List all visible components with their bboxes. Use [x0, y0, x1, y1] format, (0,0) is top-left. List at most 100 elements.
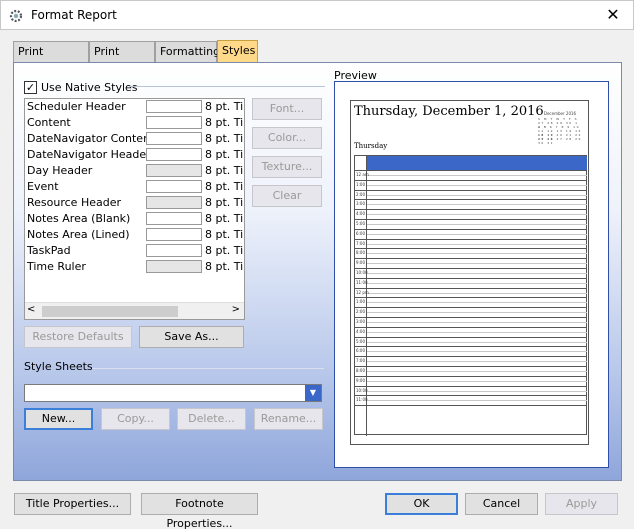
- list-item[interactable]: TaskPad 8 pt. Tim: [25, 243, 244, 259]
- style-font: 8 pt. Tim: [205, 164, 244, 177]
- title-properties-button[interactable]: Title Properties...: [14, 493, 131, 515]
- time-slot-line: [355, 277, 587, 279]
- style-swatch[interactable]: [146, 244, 202, 257]
- scroll-left-icon[interactable]: <: [27, 304, 35, 315]
- time-slot-line: [355, 405, 587, 407]
- list-item[interactable]: Content 8 pt. Tim: [25, 115, 244, 131]
- chevron-down-icon[interactable]: ▼: [305, 385, 321, 401]
- list-item[interactable]: Time Ruler 8 pt. Tim: [25, 259, 244, 275]
- half-hour-line: [367, 223, 587, 225]
- style-swatch[interactable]: [146, 212, 202, 225]
- footnote-properties-button[interactable]: Footnote Properties...: [141, 493, 258, 529]
- style-font: 8 pt. Tim: [205, 260, 244, 273]
- style-swatch[interactable]: [146, 260, 202, 273]
- style-swatch[interactable]: [146, 148, 202, 161]
- time-label: 10:00: [356, 270, 368, 275]
- restore-defaults-button[interactable]: Restore Defaults: [24, 326, 132, 348]
- time-label: 11:00: [356, 279, 368, 285]
- cancel-button[interactable]: Cancel: [465, 493, 538, 515]
- time-slot-line: [355, 307, 587, 309]
- color-button[interactable]: Color...: [252, 127, 322, 149]
- time-label: 5:00: [356, 338, 365, 344]
- half-hour-line: [367, 272, 587, 274]
- scroll-right-icon[interactable]: >: [232, 304, 240, 315]
- half-hour-line: [367, 331, 587, 333]
- style-name: Scheduler Header: [27, 100, 126, 113]
- time-label: 12 am: [356, 172, 369, 177]
- list-item[interactable]: Notes Area (Blank) 8 pt. Tim: [25, 211, 244, 227]
- time-label: 7:00: [356, 240, 365, 246]
- half-hour-line: [367, 253, 587, 255]
- day-grid: 12 am 1:00 2:00 3:00 4:00 5:00 6:00 7:00 8:00 9:0…: [354, 155, 587, 436]
- style-name: Day Header: [27, 164, 93, 177]
- time-slot-line: [355, 366, 587, 367]
- half-hour-line: [367, 321, 587, 323]
- style-swatch[interactable]: [146, 132, 202, 145]
- mini-calendar-month: December 2016: [543, 111, 577, 116]
- half-hour-line: [367, 400, 587, 402]
- time-label: 3:00: [356, 319, 365, 324]
- time-slot-line: [355, 346, 587, 348]
- style-swatch[interactable]: [146, 164, 202, 177]
- new-stylesheet-button[interactable]: New...: [24, 408, 93, 430]
- half-hour-line: [367, 174, 587, 176]
- mini-calendar-row: 25 26 27 28 29 30 31: [538, 137, 582, 145]
- list-item[interactable]: DateNavigator Header 8 pt. Tim: [25, 147, 244, 163]
- delete-stylesheet-button[interactable]: Delete...: [177, 408, 246, 430]
- time-label: 7:00: [356, 358, 365, 364]
- list-item[interactable]: Day Header 8 pt. Tim: [25, 163, 244, 179]
- style-font: 8 pt. Tim: [205, 180, 244, 193]
- style-name: Time Ruler: [27, 260, 86, 273]
- time-label: 3:00: [356, 201, 365, 207]
- time-label: 8:00: [356, 368, 365, 373]
- apply-button[interactable]: Apply: [545, 493, 618, 515]
- half-hour-line: [367, 214, 587, 216]
- scrollbar-thumb[interactable]: [42, 306, 178, 317]
- half-hour-line: [367, 243, 587, 245]
- list-item[interactable]: Scheduler Header 8 pt. Tim: [25, 99, 244, 115]
- font-button[interactable]: Font...: [252, 98, 322, 120]
- use-native-styles-row[interactable]: ✓ Use Native Styles: [24, 79, 138, 95]
- use-native-styles-checkbox[interactable]: ✓: [24, 80, 37, 94]
- half-hour-line: [367, 282, 587, 284]
- style-font: 8 pt. Tim: [205, 228, 244, 241]
- list-item[interactable]: Notes Area (Lined) 8 pt. Tim: [25, 227, 244, 243]
- list-item[interactable]: Resource Header 8 pt. Tim: [25, 195, 244, 211]
- save-as-button[interactable]: Save As...: [139, 326, 244, 348]
- tab-formatting[interactable]: Formatting: [155, 41, 220, 63]
- rename-stylesheet-button[interactable]: Rename...: [254, 408, 323, 430]
- time-slot-line: [355, 219, 587, 220]
- ok-button[interactable]: OK: [385, 493, 458, 515]
- texture-button[interactable]: Texture...: [252, 156, 322, 178]
- style-swatch[interactable]: [146, 100, 202, 113]
- time-label: 1:00: [356, 181, 365, 187]
- tab-print-ranges[interactable]: Print Ranges: [13, 41, 89, 78]
- style-swatch[interactable]: [146, 228, 202, 241]
- preview-page: Thursday, December 1, 2016 Thursday Dece…: [350, 100, 589, 445]
- style-swatch[interactable]: [146, 196, 202, 209]
- style-sheets-dropdown[interactable]: ▼: [24, 384, 322, 402]
- clear-button[interactable]: Clear: [252, 185, 322, 207]
- preview-frame: Thursday, December 1, 2016 Thursday Dece…: [334, 81, 609, 468]
- time-slot-line: [355, 375, 587, 377]
- style-font: 8 pt. Tim: [205, 100, 244, 113]
- style-swatch[interactable]: [146, 180, 202, 193]
- tab-print-styles[interactable]: Print Styles: [89, 41, 155, 78]
- horizontal-scrollbar[interactable]: < >: [25, 302, 244, 319]
- copy-stylesheet-button[interactable]: Copy...: [101, 408, 170, 430]
- time-label: 2:00: [356, 309, 365, 315]
- time-label: 4:00: [356, 211, 365, 217]
- time-label: 10:00: [356, 387, 368, 393]
- style-swatch[interactable]: [146, 116, 202, 129]
- style-font: 8 pt. Tim: [205, 116, 244, 129]
- list-item[interactable]: Event 8 pt. Tim: [25, 179, 244, 195]
- time-slot-line: [355, 199, 587, 201]
- close-button[interactable]: ✕: [593, 1, 633, 31]
- styles-list[interactable]: Scheduler Header 8 pt. Tim Content 8 pt.…: [24, 98, 245, 320]
- tab-styles[interactable]: Styles: [217, 40, 258, 63]
- time-ruler: [355, 156, 367, 436]
- title-bar: Format Report ✕: [0, 0, 634, 30]
- list-item[interactable]: DateNavigator Content 8 pt. Tim: [25, 131, 244, 147]
- styles-panel: ✓ Use Native Styles Scheduler Header 8 p…: [13, 62, 622, 481]
- time-slot-line: [355, 170, 587, 171]
